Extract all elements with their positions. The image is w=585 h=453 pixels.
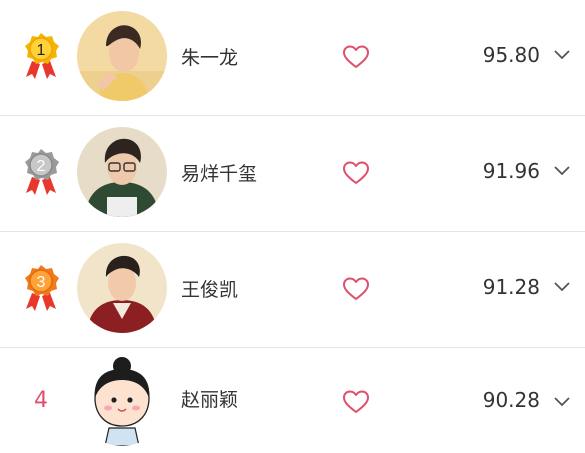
ranking-row-2[interactable]: 2 易烊千玺 91.96 [0, 116, 585, 232]
cartoon-girl-icon[interactable] [77, 356, 167, 446]
avatar[interactable] [77, 11, 167, 101]
score: 90.28 [482, 388, 540, 412]
ranking-row-3[interactable]: 3 王俊凯 91.28 [0, 232, 585, 348]
avatar[interactable] [77, 127, 167, 217]
heart-outline-icon[interactable] [342, 389, 370, 415]
heart-outline-icon[interactable] [342, 276, 370, 302]
rank-number-3: 3 [37, 274, 46, 291]
heart-outline-icon[interactable] [342, 160, 370, 186]
rank-number: 4 [34, 388, 48, 413]
bronze-medal-icon: 3 [18, 263, 64, 313]
chevron-down-icon[interactable] [553, 395, 571, 407]
rank-number-1: 1 [37, 42, 46, 59]
player-name: 易烊千玺 [181, 163, 258, 185]
player-name: 朱一龙 [181, 47, 239, 69]
rank-number-2: 2 [37, 158, 46, 175]
silver-medal-icon: 2 [18, 147, 64, 197]
player-name: 赵丽颖 [181, 389, 239, 411]
score: 95.80 [482, 43, 540, 67]
ranking-list: 1 朱一龙 95.80 2 易烊千玺 91.96 3 王俊凯 91.28 4 赵… [0, 0, 585, 453]
heart-outline-icon[interactable] [342, 44, 370, 70]
chevron-down-icon[interactable] [553, 280, 571, 292]
player-name: 王俊凯 [181, 279, 239, 301]
gold-medal-icon: 1 [18, 31, 64, 81]
ranking-row-1[interactable]: 1 朱一龙 95.80 [0, 0, 585, 116]
score: 91.96 [482, 159, 540, 183]
chevron-down-icon[interactable] [553, 164, 571, 176]
avatar[interactable] [77, 243, 167, 333]
score: 91.28 [482, 275, 540, 299]
chevron-down-icon[interactable] [553, 48, 571, 60]
ranking-row-4[interactable]: 4 赵丽颖 90.28 [0, 348, 585, 453]
